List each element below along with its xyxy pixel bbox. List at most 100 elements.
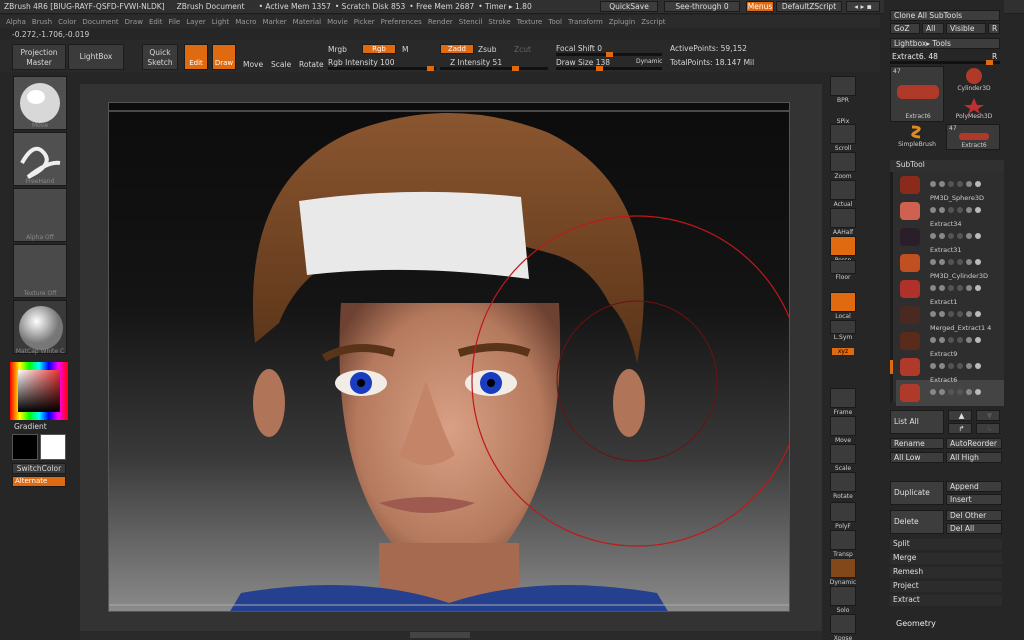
tool-solo-button[interactable] xyxy=(830,586,856,606)
tool-move-button[interactable] xyxy=(830,416,856,436)
tool-xpose-button[interactable] xyxy=(830,614,856,634)
tool-thumb-polymesh3d[interactable]: PolyMesh3D xyxy=(950,96,998,122)
autoreorder-button[interactable]: AutoReorder xyxy=(946,438,1002,449)
tool-dynamic-button[interactable] xyxy=(830,558,856,578)
subtool-visibility-icon[interactable] xyxy=(930,388,1000,396)
all-high-button[interactable]: All High xyxy=(946,452,1002,463)
move-up-button[interactable]: ▲ xyxy=(948,410,972,421)
tool-bpr-button[interactable] xyxy=(830,76,856,96)
tool-actual-button[interactable] xyxy=(830,180,856,200)
tool-floor-button[interactable] xyxy=(830,260,856,274)
quicksave-button[interactable]: QuickSave xyxy=(600,1,658,12)
menu-item[interactable]: Zplugin xyxy=(609,18,635,26)
subtool-visibility-icon[interactable] xyxy=(930,362,1000,370)
tool-frame-button[interactable] xyxy=(830,388,856,408)
menu-item[interactable]: Texture xyxy=(517,18,543,26)
all-button[interactable]: All xyxy=(922,23,944,34)
m-toggle[interactable]: M xyxy=(402,45,408,54)
color-picker[interactable] xyxy=(10,362,68,420)
projection-master-button[interactable]: Projection Master xyxy=(12,44,66,70)
tool-local-button[interactable] xyxy=(830,292,856,312)
alternate-button[interactable]: Alternate xyxy=(12,476,66,487)
append-button[interactable]: Append xyxy=(946,481,1002,492)
primary-color-swatch[interactable] xyxy=(12,434,38,460)
delete-button[interactable]: Delete xyxy=(890,510,944,534)
tool-persp-button[interactable] xyxy=(830,236,856,256)
tool-scale-button[interactable] xyxy=(830,444,856,464)
subtool-visibility-icon[interactable] xyxy=(930,258,1000,266)
tool-polyf-button[interactable] xyxy=(830,502,856,522)
menu-item[interactable]: Layer xyxy=(186,18,206,26)
subtool-visibility-icon[interactable] xyxy=(930,284,1000,292)
menu-item[interactable]: Movie xyxy=(327,18,348,26)
switchcolor-button[interactable]: SwitchColor xyxy=(12,463,66,474)
subtool-row[interactable]: Extract6 xyxy=(896,376,1004,406)
tool-aahalf-button[interactable] xyxy=(830,208,856,228)
subtool-visibility-icon[interactable] xyxy=(930,180,1000,188)
tool-transp-button[interactable] xyxy=(830,530,856,550)
clone-all-subtools-button[interactable]: Clone All SubTools xyxy=(890,10,1000,21)
z-intensity-slider[interactable]: Z Intensity 51 xyxy=(450,58,502,67)
rename-button[interactable]: Rename xyxy=(890,438,944,449)
z-intensity-track[interactable] xyxy=(440,66,548,71)
zadd-toggle[interactable]: Zadd xyxy=(440,44,474,54)
del-all-button[interactable]: Del All xyxy=(946,523,1002,534)
rgb-toggle[interactable]: Rgb xyxy=(362,44,396,54)
menu-item[interactable]: Picker xyxy=(354,18,375,26)
menu-item[interactable]: Material xyxy=(293,18,321,26)
subtool-header[interactable]: SubTool xyxy=(890,160,1004,172)
quick-sketch-button[interactable]: Quick Sketch xyxy=(142,44,178,70)
tool-slider[interactable] xyxy=(890,60,1000,65)
see-through-slider[interactable]: See-through 0 xyxy=(664,1,740,12)
rotate-mode-button[interactable]: Rotate xyxy=(299,60,324,69)
zsub-toggle[interactable]: Zsub xyxy=(478,45,497,54)
tool-thumb-simplebrush[interactable]: SimpleBrush xyxy=(890,124,944,150)
focal-shift-track[interactable] xyxy=(556,52,662,57)
menu-item[interactable]: Light xyxy=(212,18,229,26)
insert-button[interactable]: Insert xyxy=(946,494,1002,505)
move-to-2-button[interactable]: ↳ xyxy=(976,423,1000,434)
move-mode-button[interactable]: Move xyxy=(243,60,263,69)
menu-item[interactable]: Preferences xyxy=(381,18,422,26)
dynamic-toggle[interactable]: Dynamic xyxy=(636,58,662,65)
draw-size-track[interactable] xyxy=(556,66,662,71)
menu-item[interactable]: Edit xyxy=(149,18,163,26)
tool-rotate-button[interactable] xyxy=(830,472,856,492)
tool-thumb-extract6-b[interactable]: 47 Extract6 xyxy=(946,124,1000,150)
document-viewport[interactable] xyxy=(108,102,790,612)
menu-item[interactable]: Transform xyxy=(568,18,603,26)
menu-item[interactable]: Stencil xyxy=(459,18,483,26)
draw-button[interactable]: Draw xyxy=(212,44,236,70)
rgb-intensity-track[interactable] xyxy=(328,66,436,71)
list-all-button[interactable]: List All xyxy=(890,410,944,434)
tool-zoom-button[interactable] xyxy=(830,152,856,172)
del-other-button[interactable]: Del Other xyxy=(946,510,1002,521)
menu-item[interactable]: Marker xyxy=(262,18,286,26)
menu-item[interactable]: Render xyxy=(428,18,453,26)
menu-item[interactable]: Stroke xyxy=(488,18,510,26)
rgb-intensity-slider[interactable]: Rgb Intensity 100 xyxy=(328,58,394,67)
tool-lsym-button[interactable] xyxy=(830,320,856,334)
menu-item[interactable]: Document xyxy=(82,18,118,26)
head-model[interactable] xyxy=(109,103,790,612)
menu-item[interactable]: Alpha xyxy=(6,18,26,26)
subtool-visibility-icon[interactable] xyxy=(930,310,1000,318)
r-button[interactable]: R xyxy=(988,23,1000,34)
subtool-visibility-icon[interactable] xyxy=(930,232,1000,240)
tool-thumb-extract6[interactable]: 47 Extract6 xyxy=(890,66,944,122)
geometry-header[interactable]: Geometry xyxy=(896,619,936,628)
subtool-scrollbar[interactable] xyxy=(890,172,893,402)
merge-button[interactable]: Merge xyxy=(890,553,1002,564)
move-up-2-button[interactable]: ▼ xyxy=(976,410,1000,421)
menu-item[interactable]: Color xyxy=(58,18,76,26)
visible-button[interactable]: Visible xyxy=(946,23,986,34)
menu-item[interactable]: Brush xyxy=(32,18,52,26)
menu-item[interactable]: File xyxy=(169,18,181,26)
mrgb-toggle[interactable]: Mrgb xyxy=(328,45,347,54)
menu-item[interactable]: Zscript xyxy=(641,18,665,26)
default-zscript-button[interactable]: DefaultZScript xyxy=(776,1,842,12)
current-tool-name[interactable]: Extract6. 48 xyxy=(892,52,938,61)
all-low-button[interactable]: All Low xyxy=(890,452,944,463)
secondary-color-swatch[interactable] xyxy=(40,434,66,460)
lightbox-button[interactable]: LightBox xyxy=(68,44,124,70)
